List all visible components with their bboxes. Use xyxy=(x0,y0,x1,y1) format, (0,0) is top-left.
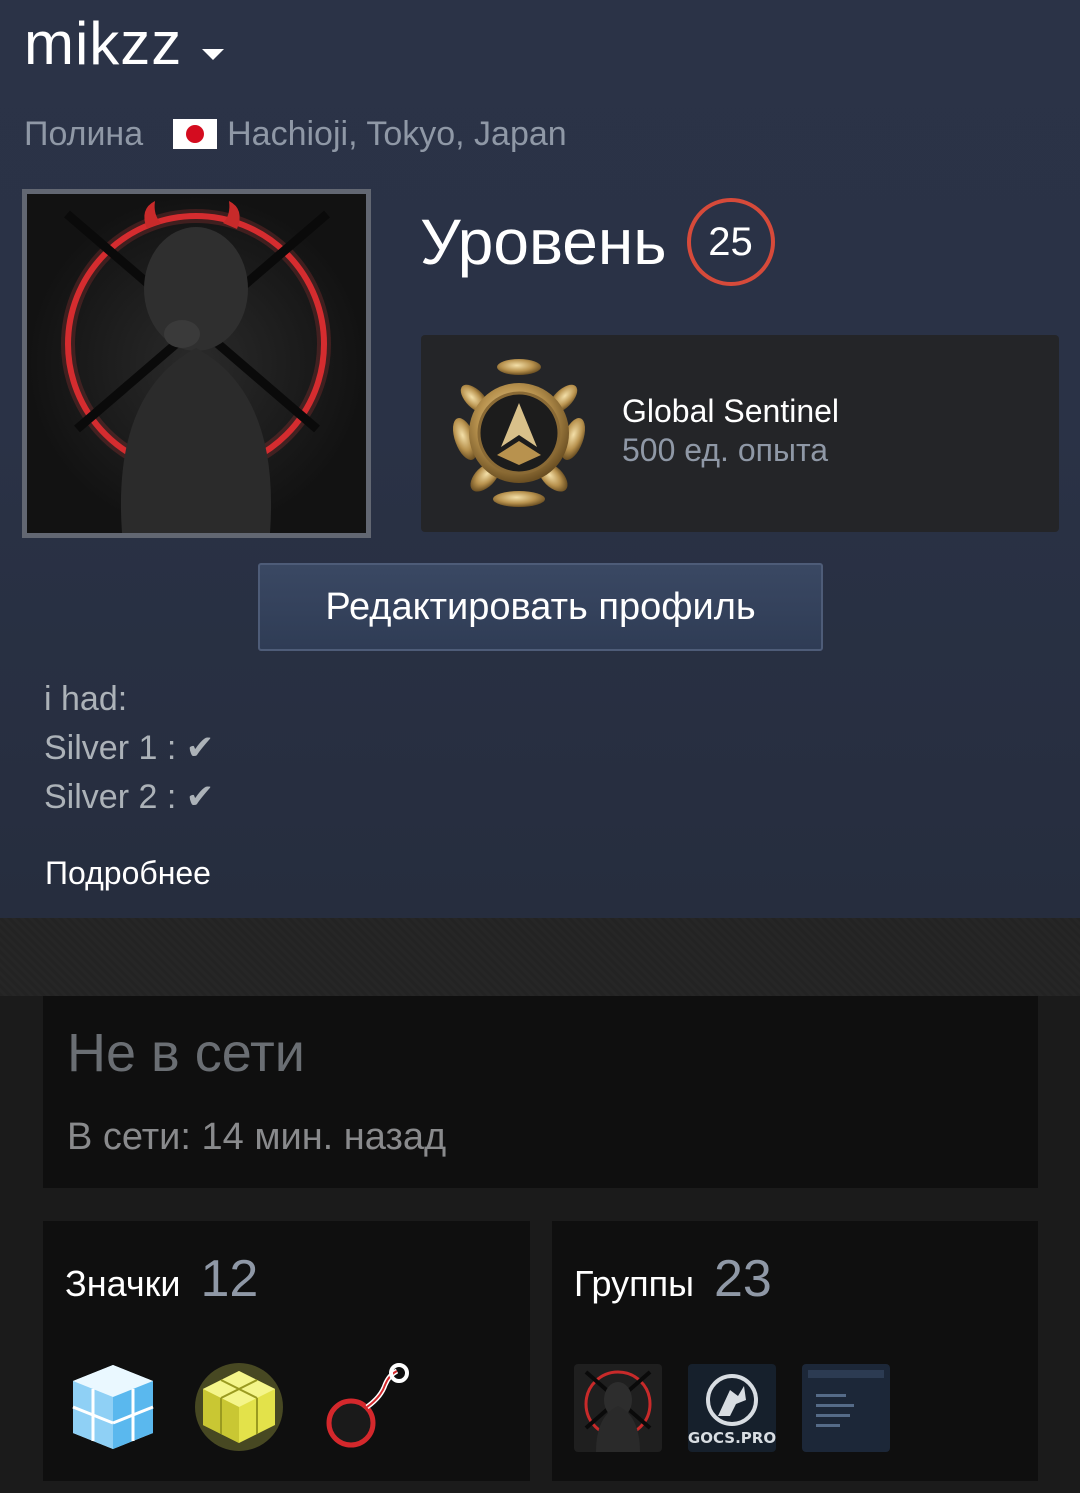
username: mikzz xyxy=(24,9,183,77)
status-card: Не в сети В сети: 14 мин. назад xyxy=(43,996,1038,1188)
groups-title: Группы xyxy=(574,1263,694,1304)
background-band xyxy=(0,918,1080,996)
groups-count: 23 xyxy=(713,1250,772,1308)
summary-line: Silver 1 : ✔ xyxy=(44,729,215,767)
groups-panel: Группы 23 GOCS.PRO xyxy=(552,1221,1038,1481)
avatar-image xyxy=(27,194,366,533)
level-badge: 25 xyxy=(686,198,775,286)
badges-title: Значки xyxy=(65,1263,181,1304)
gold-cube-badge-icon[interactable] xyxy=(193,1361,285,1453)
status-title: Не в сети xyxy=(67,1023,305,1083)
summary-line: i had: xyxy=(44,680,128,718)
group-csgo-icon[interactable]: GOCS.PRO xyxy=(688,1364,776,1452)
profile-summary: i had: Silver 1 : ✔ Silver 2 : ✔ xyxy=(44,676,214,823)
bomb-badge-icon[interactable] xyxy=(319,1361,411,1453)
badges-panel: Значки 12 xyxy=(43,1221,530,1481)
ice-cube-badge-icon[interactable] xyxy=(67,1361,159,1453)
badge-name: Global Sentinel xyxy=(622,393,840,429)
real-name: Полина xyxy=(24,114,144,153)
caret-down-icon xyxy=(202,48,225,60)
edit-profile-button[interactable]: Редактировать профиль xyxy=(258,563,823,651)
group-avatar-icon[interactable] xyxy=(574,1364,662,1452)
badges-count: 12 xyxy=(200,1250,259,1308)
featured-badge-card[interactable]: Global Sentinel 500 ед. опыта xyxy=(421,335,1059,532)
badges-header[interactable]: Значки 12 xyxy=(65,1249,258,1309)
japan-flag-icon xyxy=(173,119,218,149)
level-display[interactable]: Уровень 25 xyxy=(420,196,775,288)
badge-xp: 500 ед. опыта xyxy=(622,432,829,468)
level-label: Уровень xyxy=(420,206,667,278)
svg-text:GOCS.PRO: GOCS.PRO xyxy=(688,1429,776,1447)
groups-header[interactable]: Группы 23 xyxy=(574,1249,772,1309)
avatar[interactable] xyxy=(22,189,371,538)
medal-icon xyxy=(452,359,586,507)
username-menu[interactable]: mikzz xyxy=(24,8,225,78)
real-name-location: Полина Hachioji, Tokyo, Japan xyxy=(24,112,567,156)
last-online: В сети: 14 мин. назад xyxy=(67,1116,447,1158)
more-link[interactable]: Подробнее xyxy=(45,855,211,892)
location: Hachioji, Tokyo, Japan xyxy=(227,114,567,153)
summary-line: Silver 2 : ✔ xyxy=(44,778,215,816)
group-screenshot-icon[interactable] xyxy=(802,1364,890,1452)
